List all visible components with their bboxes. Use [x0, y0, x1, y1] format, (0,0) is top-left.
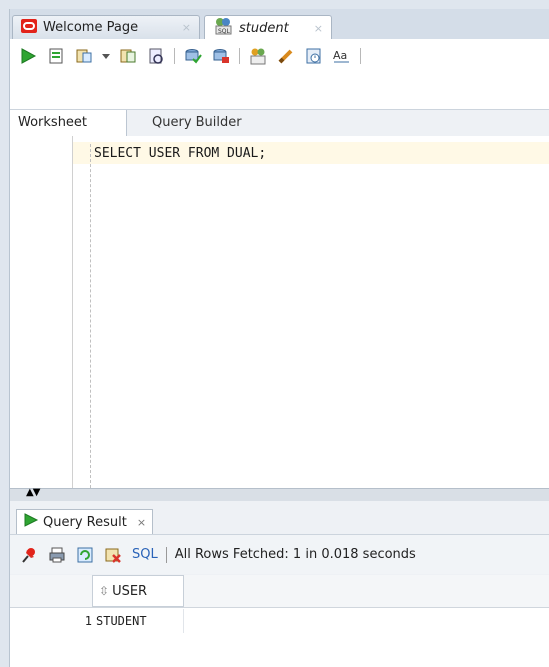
sort-icon[interactable]: ⇳	[99, 584, 109, 598]
tab-label: Welcome Page	[43, 20, 139, 35]
collapse-expand-icon[interactable]: ▲▼	[26, 487, 40, 498]
worksheet-toolbar: Aa	[10, 39, 549, 73]
sql-developer-window: Welcome Page × SQL student × Aa Workshee…	[9, 9, 549, 667]
close-icon[interactable]: ×	[182, 21, 191, 34]
table-row[interactable]: 1 STUDENT	[10, 609, 549, 635]
autotrace-icon[interactable]	[117, 45, 139, 67]
results-toolbar: SQL All Rows Fetched: 1 in 0.018 seconds	[10, 534, 549, 574]
unshared-worksheet-icon[interactable]	[247, 45, 269, 67]
rollback-icon[interactable]	[210, 45, 232, 67]
toolbar-separator	[239, 48, 240, 64]
explain-plan-icon[interactable]	[73, 45, 95, 67]
tab-welcome-page[interactable]: Welcome Page ×	[12, 15, 200, 39]
document-tab-strip: Welcome Page × SQL student ×	[10, 9, 549, 40]
grid-header: ⇳ USER	[10, 575, 549, 608]
pin-icon[interactable]	[18, 544, 40, 566]
sql-editor[interactable]: SELECT USER FROM DUAL;	[10, 136, 549, 488]
toolbar-separator	[165, 546, 167, 563]
result-grid: ⇳ USER 1 STUDENT	[10, 575, 549, 667]
fetch-status: All Rows Fetched: 1 in 0.018 seconds	[174, 547, 416, 562]
toolbar-separator	[360, 48, 361, 64]
sql-code-line[interactable]: SELECT USER FROM DUAL;	[94, 146, 266, 161]
oracle-logo-icon	[21, 18, 37, 37]
run-statement-icon[interactable]	[17, 45, 39, 67]
line-number-gutter	[10, 136, 73, 488]
close-icon[interactable]: ×	[314, 22, 323, 35]
dropdown-icon[interactable]	[101, 45, 111, 67]
results-panel: Query Result × SQL All Rows Fetched: 1 i…	[10, 501, 549, 667]
worksheet-subtabs: Worksheet Query Builder	[10, 109, 549, 137]
tab-query-result[interactable]: Query Result ×	[16, 509, 154, 534]
pane-splitter[interactable]: ▲▼	[10, 487, 549, 502]
tab-student[interactable]: SQL student ×	[204, 15, 332, 40]
code-fold-guide	[90, 144, 91, 488]
run-result-icon	[23, 512, 39, 532]
to-upper-lower-icon[interactable]: Aa	[331, 45, 353, 67]
tab-label: student	[239, 20, 289, 36]
svg-text:Aa: Aa	[333, 49, 347, 62]
tab-label: Query Result	[43, 514, 127, 530]
row-number: 1	[84, 614, 92, 628]
tab-query-builder[interactable]: Query Builder	[152, 110, 242, 136]
sql-connection-icon: SQL	[213, 17, 233, 39]
column-header-user[interactable]: ⇳ USER	[92, 575, 184, 607]
column-label: USER	[112, 583, 148, 599]
svg-text:SQL: SQL	[218, 28, 231, 35]
commit-icon[interactable]	[182, 45, 204, 67]
clear-icon[interactable]	[275, 45, 297, 67]
close-icon[interactable]: ×	[137, 516, 146, 529]
refresh-icon[interactable]	[74, 544, 96, 566]
toolbar-separator	[174, 48, 175, 64]
history-icon[interactable]	[303, 45, 325, 67]
row-number-header	[10, 575, 92, 607]
print-icon[interactable]	[46, 544, 68, 566]
cancel-fetch-icon[interactable]	[102, 544, 124, 566]
tab-worksheet[interactable]: Worksheet	[10, 110, 127, 136]
table-cell[interactable]: STUDENT	[92, 609, 184, 633]
sql-link[interactable]: SQL	[132, 547, 158, 562]
sql-tuning-icon[interactable]	[145, 45, 167, 67]
run-script-icon[interactable]	[45, 45, 67, 67]
